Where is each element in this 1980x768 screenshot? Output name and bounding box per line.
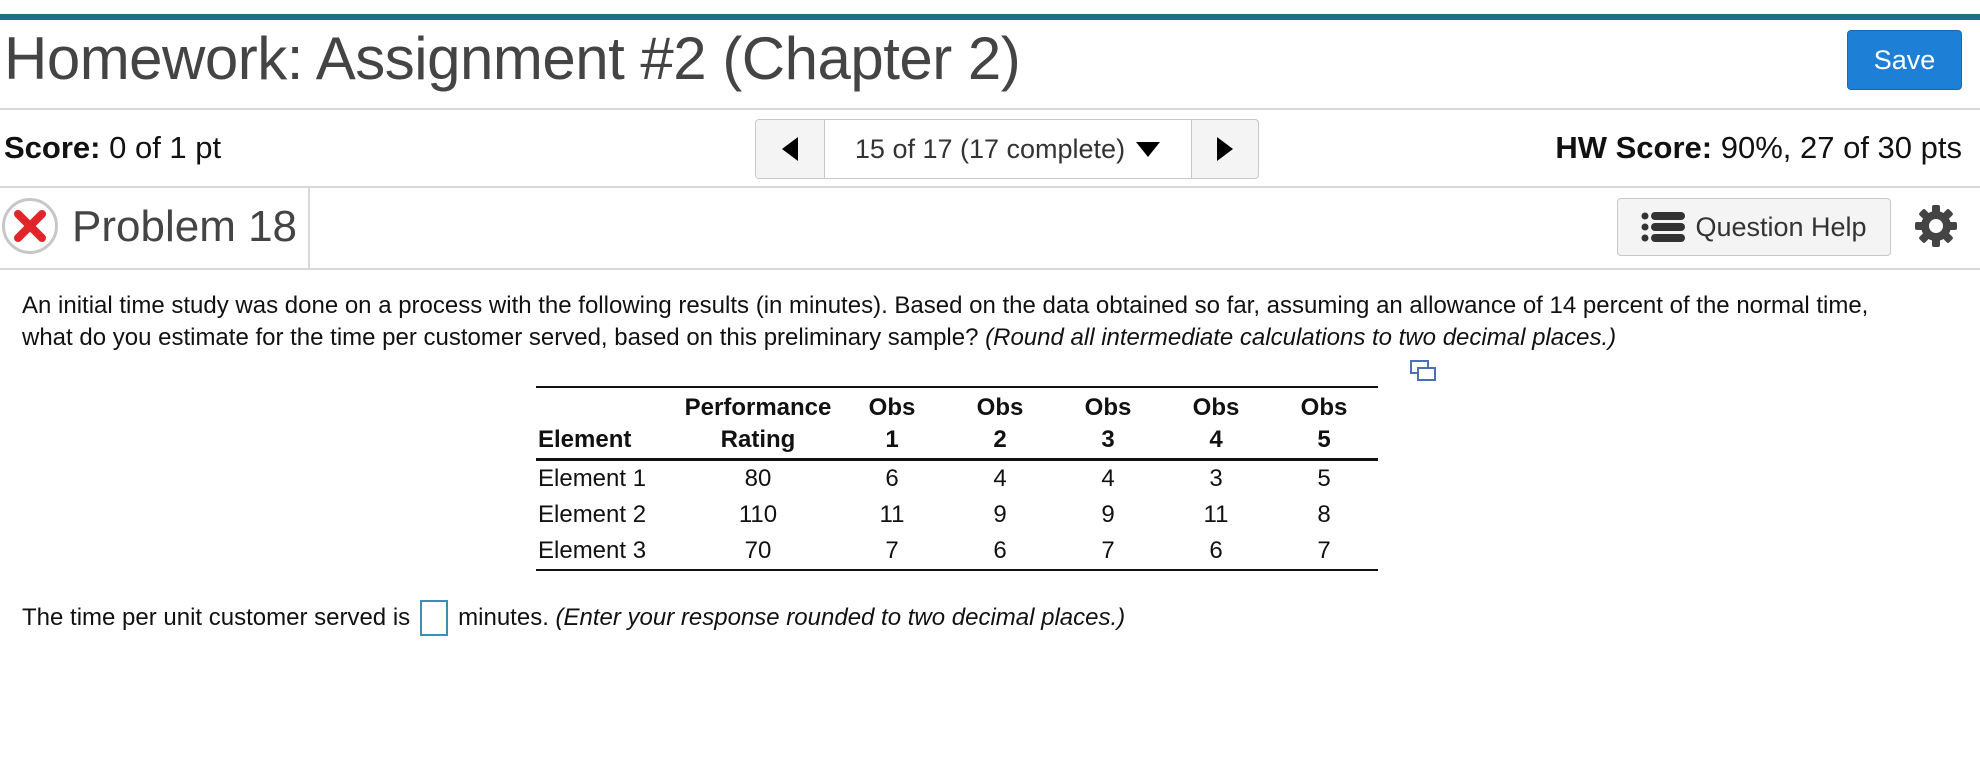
hw-score: HW Score: 90%, 27 of 30 pts bbox=[1555, 130, 1962, 166]
cell-obs: 7 bbox=[1101, 537, 1115, 564]
cell-obs: 3 bbox=[1209, 465, 1223, 492]
problem-bar: Problem 18 Question Help bbox=[0, 188, 1980, 270]
answer-instruction: (Enter your response rounded to two deci… bbox=[555, 604, 1126, 631]
header-obs-5: Obs 5 bbox=[1300, 394, 1348, 453]
cell-obs: 7 bbox=[1317, 537, 1331, 564]
header-obs-3: Obs 3 bbox=[1084, 394, 1132, 453]
answer-prefix: The time per unit customer served is bbox=[22, 604, 411, 631]
cell-obs: 4 bbox=[1101, 465, 1115, 492]
cell-obs: 6 bbox=[993, 537, 1007, 564]
question-instruction: (Round all intermediate calculations to … bbox=[985, 324, 1617, 351]
question-text: An initial time study was done on a proc… bbox=[22, 290, 1922, 354]
hw-score-label: HW Score: bbox=[1555, 130, 1713, 165]
cell-obs: 4 bbox=[993, 465, 1007, 492]
cell-obs: 6 bbox=[1209, 537, 1223, 564]
header-rating-top: Performance bbox=[684, 394, 832, 421]
cell-obs: 7 bbox=[885, 537, 899, 564]
score: Score: 0 of 1 pt bbox=[4, 130, 221, 166]
cell-obs: 6 bbox=[885, 465, 899, 492]
cell-obs: 9 bbox=[1101, 501, 1115, 528]
answer-suffix: minutes. bbox=[458, 604, 549, 631]
score-bar: Score: 0 of 1 pt 15 of 17 (17 complete) … bbox=[0, 110, 1980, 188]
answer-input[interactable] bbox=[420, 600, 449, 636]
score-label: Score: bbox=[4, 130, 101, 165]
question-position: 15 of 17 (17 complete) bbox=[854, 133, 1126, 164]
cell-obs: 9 bbox=[993, 501, 1007, 528]
table-row: Element 3 70 7 6 7 6 7 bbox=[536, 533, 1378, 570]
cell-rating: 80 bbox=[744, 465, 772, 492]
page-header: Homework: Assignment #2 (Chapter 2) Save bbox=[0, 20, 1980, 110]
question-select-dropdown[interactable]: 15 of 17 (17 complete) bbox=[825, 120, 1191, 178]
list-icon bbox=[1641, 212, 1686, 242]
cell-obs: 5 bbox=[1317, 465, 1331, 492]
header-obs-4: Obs 4 bbox=[1192, 394, 1240, 453]
problem-title: Problem 18 bbox=[72, 202, 298, 251]
expand-icon[interactable] bbox=[1410, 360, 1436, 382]
cell-obs: 8 bbox=[1317, 501, 1331, 528]
incorrect-x-icon bbox=[14, 210, 46, 242]
question-navigator: 15 of 17 (17 complete) bbox=[755, 119, 1259, 179]
header-rating: Performance Rating bbox=[678, 387, 838, 460]
cell-obs: 11 bbox=[1203, 501, 1229, 528]
table-row: Element 1 80 6 4 4 3 5 bbox=[536, 460, 1378, 498]
header-obs-2: Obs 2 bbox=[976, 394, 1024, 453]
question-help-label: Question Help bbox=[1695, 211, 1867, 242]
cell-rating: 110 bbox=[738, 501, 778, 528]
divider bbox=[308, 188, 310, 268]
save-button[interactable]: Save bbox=[1847, 30, 1962, 90]
page-title: Homework: Assignment #2 (Chapter 2) bbox=[4, 25, 1021, 92]
table-row: Element 2 110 11 9 9 11 8 bbox=[536, 497, 1378, 533]
cell-obs: 11 bbox=[879, 501, 905, 528]
table-header-row: Element Performance Rating Obs 1 Obs 2 Obs… bbox=[536, 387, 1378, 460]
gear-icon[interactable] bbox=[1914, 204, 1958, 248]
header-rating-bottom: Rating bbox=[720, 426, 796, 453]
answer-line: The time per unit customer served is min… bbox=[22, 600, 1125, 636]
cell-element: Element 2 bbox=[538, 501, 647, 528]
next-question-button[interactable] bbox=[1191, 120, 1258, 178]
cell-rating: 70 bbox=[744, 537, 772, 564]
header-obs-1: Obs 1 bbox=[868, 394, 916, 453]
cell-element: Element 1 bbox=[538, 465, 647, 492]
cell-element: Element 3 bbox=[538, 537, 647, 564]
data-table: Element Performance Rating Obs 1 Obs 2 Obs… bbox=[536, 386, 1378, 571]
prev-arrow-icon bbox=[782, 137, 798, 161]
header-element: Element bbox=[538, 426, 632, 453]
dropdown-caret-icon bbox=[1136, 142, 1161, 157]
question-help-button[interactable]: Question Help bbox=[1617, 198, 1891, 256]
incorrect-status bbox=[2, 198, 58, 254]
previous-question-button[interactable] bbox=[756, 120, 825, 178]
hw-score-value: 90%, 27 of 30 pts bbox=[1720, 130, 1962, 165]
next-arrow-icon bbox=[1217, 137, 1233, 161]
score-value: 0 of 1 pt bbox=[109, 130, 222, 165]
